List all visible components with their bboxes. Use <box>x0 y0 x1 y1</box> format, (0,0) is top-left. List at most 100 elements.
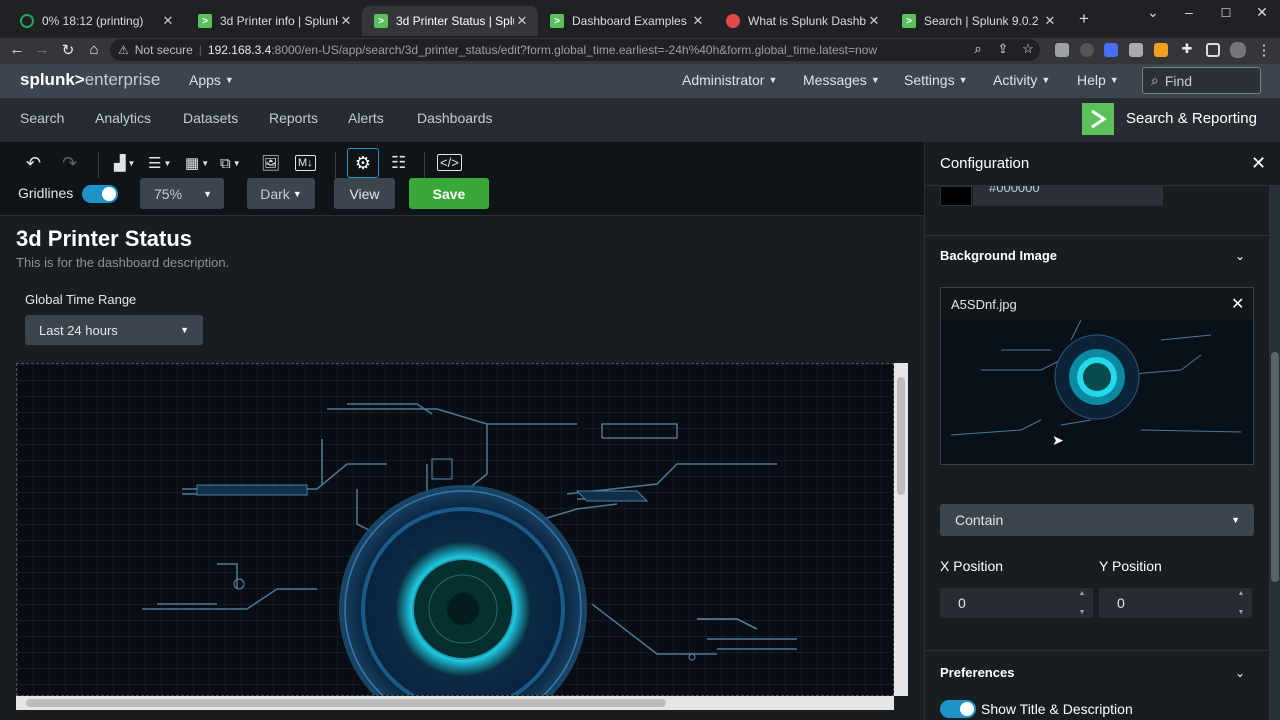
app-name[interactable]: Search & Reporting <box>1126 110 1257 127</box>
browser-tab[interactable]: > Search | Splunk 9.0.2 ✕ <box>890 6 1066 36</box>
add-icon-icon[interactable]: ⧉ ▼ <box>220 152 241 174</box>
forward-icon[interactable]: → <box>32 41 52 58</box>
browser-tab[interactable]: 0% 18:12 (printing) ✕ <box>8 6 184 36</box>
dashboard-title[interactable]: 3d Printer Status <box>16 226 192 252</box>
tab-search-icon[interactable]: ⌄ <box>1143 4 1163 21</box>
nav-search[interactable]: Search <box>20 110 64 126</box>
source-code-icon[interactable]: </> <box>437 154 462 171</box>
menu-icon[interactable]: ⋮ <box>1254 41 1274 59</box>
x-position-input[interactable]: 0 ▲ ▼ <box>940 588 1093 618</box>
zoom-icon[interactable]: ⌕ <box>968 41 988 57</box>
sidebar-icon[interactable] <box>1206 43 1220 57</box>
url-host: 192.168.3.4 <box>207 43 272 57</box>
decrement-icon[interactable]: ▼ <box>1079 609 1086 616</box>
puzzle-icon[interactable]: ✚ <box>1177 41 1197 57</box>
extension-icon[interactable] <box>1154 43 1168 57</box>
undo-icon[interactable]: ↶ <box>26 152 41 174</box>
color-hex-value: #000000 <box>989 186 1040 195</box>
scroll-thumb[interactable] <box>26 699 666 707</box>
data-sources-icon[interactable]: ☷ <box>391 152 406 174</box>
editor-toolbar: ↶ ↷ ▟ ▼ ☰ ▼ ▦ ▼ ⧉ ▼ 🖼 M↓ ⚙ ☷ </> Gridlines 7… <box>0 142 924 216</box>
reload-icon[interactable]: ↻ <box>58 41 78 59</box>
help-menu[interactable]: Help ▼ <box>1077 72 1119 88</box>
zoom-select[interactable]: 75% ▼ <box>140 178 224 209</box>
nav-analytics[interactable]: Analytics <box>95 110 151 126</box>
config-scrollbar[interactable] <box>1269 186 1280 720</box>
caret-down-icon: ▼ <box>292 188 302 199</box>
close-tab-icon[interactable]: ✕ <box>514 13 530 29</box>
theme-select[interactable]: Dark ▼ <box>247 178 315 209</box>
home-icon[interactable]: ⌂ <box>84 41 104 58</box>
nav-alerts[interactable]: Alerts <box>348 110 384 126</box>
add-input-icon[interactable]: ☰ ▼ <box>148 152 171 174</box>
configuration-gear-icon[interactable]: ⚙ <box>347 148 379 178</box>
chevron-down-icon[interactable]: ⌄ <box>1235 666 1245 680</box>
extension-icon[interactable] <box>1055 43 1069 57</box>
canvas-vertical-scrollbar[interactable] <box>894 363 908 696</box>
save-button[interactable]: Save <box>409 178 489 209</box>
color-swatch[interactable] <box>940 186 972 206</box>
close-icon[interactable]: ✕ <box>1251 153 1266 174</box>
add-chart-icon[interactable]: ▟ ▼ <box>114 152 135 174</box>
redo-icon[interactable]: ↷ <box>62 152 77 174</box>
increment-icon[interactable]: ▲ <box>1079 590 1086 597</box>
find-input[interactable]: ⌕ Find <box>1142 67 1261 94</box>
extension-icon[interactable] <box>1129 43 1143 57</box>
splunk-logo[interactable]: splunk>enterprise <box>20 70 160 90</box>
nav-reports[interactable]: Reports <box>269 110 318 126</box>
number-stepper[interactable]: ▲ ▼ <box>1234 590 1248 616</box>
close-tab-icon[interactable]: ✕ <box>690 13 706 29</box>
minimize-icon[interactable]: – <box>1179 4 1199 20</box>
close-tab-icon[interactable]: ✕ <box>338 13 354 29</box>
show-title-toggle[interactable] <box>940 700 976 718</box>
nav-dashboards[interactable]: Dashboards <box>417 110 493 126</box>
close-tab-icon[interactable]: ✕ <box>160 13 176 29</box>
background-image-card: A5SDnf.jpg ✕ ➤ <box>940 287 1254 465</box>
apps-menu[interactable]: Apps ▼ <box>189 72 234 88</box>
browser-tab[interactable]: > 3d Printer info | Splunk 9.0.2 ✕ <box>186 6 362 36</box>
bookmark-star-icon[interactable]: ☆ <box>1018 41 1038 57</box>
color-hex-input[interactable]: #000000 <box>973 186 1163 206</box>
maximize-icon[interactable]: ☐ <box>1216 6 1236 20</box>
y-position-input[interactable]: 0 ▲ ▼ <box>1099 588 1252 618</box>
browser-tab[interactable]: What is Splunk Dashboard St ✕ <box>714 6 890 36</box>
new-tab-icon[interactable]: + <box>1074 9 1094 29</box>
add-markdown-icon[interactable]: M↓ <box>295 155 316 171</box>
activity-menu[interactable]: Activity ▼ <box>993 72 1050 88</box>
back-icon[interactable]: ← <box>7 41 27 58</box>
profile-avatar[interactable] <box>1230 42 1246 58</box>
close-window-icon[interactable]: ✕ <box>1252 4 1272 21</box>
chevron-down-icon[interactable]: ⌄ <box>1235 249 1245 263</box>
scroll-thumb[interactable] <box>897 377 905 495</box>
dashboard-description[interactable]: This is for the dashboard description. <box>16 255 229 270</box>
increment-icon[interactable]: ▲ <box>1238 590 1245 597</box>
add-image-icon[interactable]: 🖼 <box>261 152 280 174</box>
gridlines-toggle[interactable] <box>82 185 118 203</box>
extension-icon[interactable] <box>1104 43 1118 57</box>
extension-icon[interactable] <box>1080 43 1094 57</box>
time-range-select[interactable]: Last 24 hours ▼ <box>25 315 203 345</box>
address-bar[interactable]: ⚠ Not secure | 192.168.3.4 :8000/en-US/a… <box>110 39 1040 61</box>
background-image-section-title[interactable]: Background Image <box>940 248 1057 263</box>
nav-datasets[interactable]: Datasets <box>183 110 238 126</box>
view-button[interactable]: View <box>334 178 395 209</box>
add-shape-icon[interactable]: ▦ ▼ <box>185 152 209 174</box>
decrement-icon[interactable]: ▼ <box>1238 609 1245 616</box>
administrator-menu[interactable]: Administrator ▼ <box>682 72 777 88</box>
close-tab-icon[interactable]: ✕ <box>866 13 882 29</box>
preferences-section-title[interactable]: Preferences <box>940 665 1014 680</box>
scroll-thumb[interactable] <box>1271 352 1279 582</box>
canvas-horizontal-scrollbar[interactable] <box>16 696 894 710</box>
browser-tab[interactable]: > Dashboard Examples Hub ✕ <box>538 6 714 36</box>
remove-image-icon[interactable]: ✕ <box>1231 294 1244 314</box>
background-image-panel[interactable] <box>16 363 894 696</box>
settings-menu[interactable]: Settings ▼ <box>904 72 968 88</box>
share-icon[interactable]: ⇪ <box>993 41 1013 57</box>
number-stepper[interactable]: ▲ ▼ <box>1075 590 1089 616</box>
close-tab-icon[interactable]: ✕ <box>1042 13 1058 29</box>
caret-down-icon: ▼ <box>768 75 778 85</box>
browser-tab-active[interactable]: > 3d Printer Status | Splunk 9.0.2 ✕ <box>362 6 538 36</box>
caret-down-icon: ▼ <box>1109 75 1119 85</box>
image-fit-select[interactable]: Contain ▼ <box>940 504 1254 536</box>
messages-menu[interactable]: Messages ▼ <box>803 72 880 88</box>
